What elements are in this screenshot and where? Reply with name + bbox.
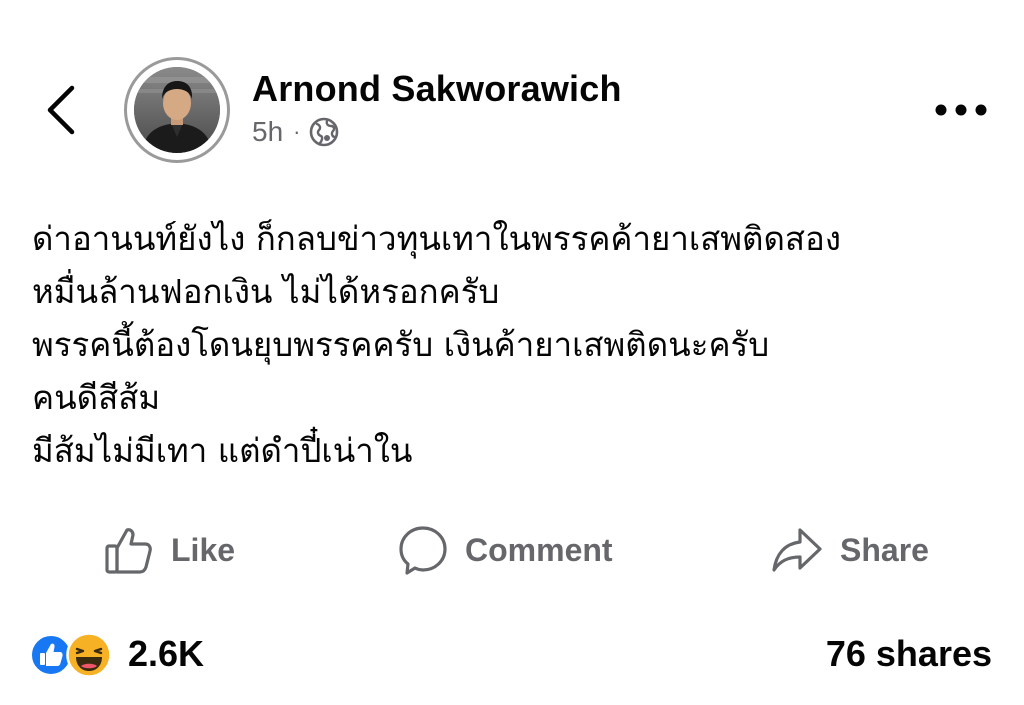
share-button[interactable]: Share: [770, 515, 929, 585]
post-meta: 5h ·: [252, 116, 340, 148]
reactions-summary[interactable]: 2.6K: [30, 630, 204, 678]
avatar[interactable]: [124, 57, 230, 163]
comment-button[interactable]: Comment: [397, 515, 613, 585]
meta-separator: ·: [293, 119, 301, 144]
profile-photo: [134, 67, 220, 153]
more-options-button[interactable]: [932, 90, 990, 130]
globe-icon[interactable]: [308, 116, 340, 148]
post-text-line: คนดีสีส้ม: [32, 378, 161, 417]
post-timestamp[interactable]: 5h: [252, 116, 283, 148]
post-text-line: มีส้มไม่มีเทา แต่ดำปี๋เน่าใน: [32, 431, 413, 470]
author-name[interactable]: Arnond Sakworawich: [252, 68, 622, 110]
post-body: ด่าอานนท์ยังไง ก็กลบข่าวทุนเทาในพรรคค้าย…: [32, 212, 992, 477]
action-bar: Like Comment Share: [0, 515, 1024, 585]
share-arrow-icon: [770, 524, 824, 576]
haha-reaction-icon: [66, 632, 112, 678]
post-text-line: ด่าอานนท์ยังไง ก็กลบข่าวทุนเทาในพรรคค้าย…: [32, 219, 841, 258]
chevron-left-icon: [38, 78, 86, 142]
reaction-icons: [30, 630, 120, 678]
shares-count[interactable]: 76 shares: [826, 633, 992, 675]
thumbs-up-icon: [103, 524, 155, 576]
like-label: Like: [171, 531, 236, 568]
stats-bar: 2.6K 76 shares: [0, 625, 1024, 685]
like-button[interactable]: Like: [103, 515, 235, 585]
post-text-line: หมื่นล้านฟอกเงิน ไม่ได้หรอกครับ: [32, 272, 500, 311]
post-text-line: พรรคนี้ต้องโดนยุบพรรคครับ เงินค้ายาเสพติ…: [32, 325, 770, 364]
back-button[interactable]: [38, 78, 86, 142]
comment-bubble-icon: [397, 524, 449, 576]
more-horizontal-icon: [932, 104, 990, 134]
share-label: Share: [840, 531, 929, 568]
comment-label: Comment: [465, 531, 613, 568]
reaction-count: 2.6K: [128, 633, 205, 674]
